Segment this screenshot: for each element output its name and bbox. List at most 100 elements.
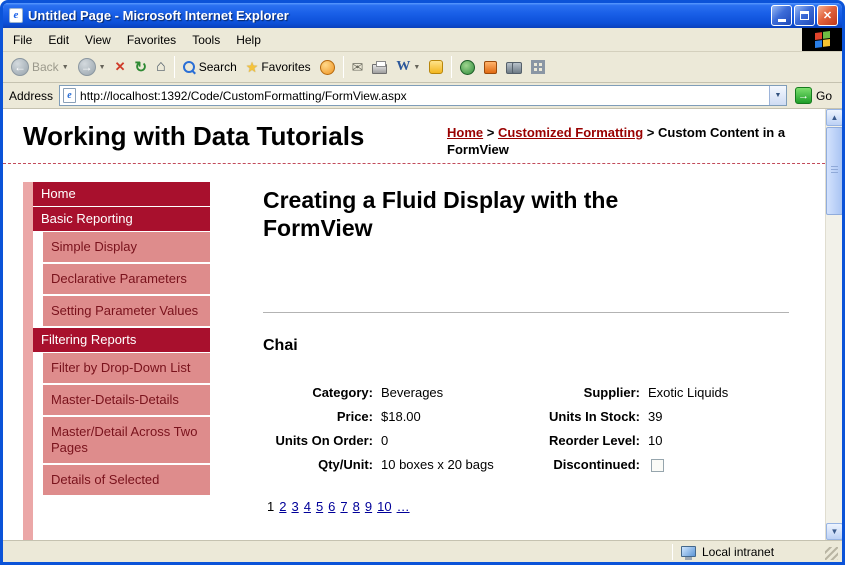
menu-bar: File Edit View Favorites Tools Help: [3, 28, 842, 52]
field-value-supplier: Exotic Liquids: [645, 385, 789, 400]
binoculars-icon: [506, 62, 522, 73]
maximize-button[interactable]: [794, 5, 815, 26]
messenger-icon: [429, 60, 443, 74]
menu-view[interactable]: View: [77, 29, 119, 51]
stop-button[interactable]: ✕: [111, 57, 130, 77]
messenger-button[interactable]: [425, 58, 447, 76]
flash-icon: [484, 61, 497, 74]
field-label-units-on-order: Units On Order:: [263, 433, 378, 448]
sidebar-item-setting-parameter-values[interactable]: Setting Parameter Values: [43, 296, 210, 326]
main-content: Creating a Fluid Display with the FormVi…: [263, 186, 789, 514]
page-link-5[interactable]: 5: [316, 499, 323, 514]
security-zone: Local intranet: [678, 545, 820, 559]
sidebar-item-details-of-selected[interactable]: Details of Selected: [43, 465, 210, 495]
go-label: Go: [816, 89, 832, 103]
sidebar-item-master-details-details[interactable]: Master-Details-Details: [43, 385, 210, 415]
search-icon: [183, 61, 196, 74]
field-label-supplier: Supplier:: [535, 385, 645, 400]
page-link-8[interactable]: 8: [353, 499, 360, 514]
window-title: Untitled Page - Microsoft Internet Explo…: [28, 8, 766, 23]
page-link-3[interactable]: 3: [291, 499, 298, 514]
address-label: Address: [7, 89, 53, 103]
vertical-scrollbar[interactable]: ▲ ▼: [825, 109, 842, 540]
favorites-button[interactable]: ★ Favorites: [242, 57, 315, 78]
address-input-box: e ▼: [59, 85, 787, 106]
refresh-button[interactable]: ↻: [130, 56, 151, 78]
go-button[interactable]: → Go: [793, 86, 838, 105]
minimize-icon: [778, 19, 786, 22]
page-title: Creating a Fluid Display with the FormVi…: [263, 186, 733, 242]
field-value-price: $18.00: [378, 409, 535, 424]
media-icon: [320, 60, 335, 75]
sidebar-item-filtering-reports[interactable]: Filtering Reports: [33, 328, 210, 352]
field-label-price: Price:: [263, 409, 378, 424]
minimize-button[interactable]: [771, 5, 792, 26]
zone-label: Local intranet: [702, 545, 774, 559]
grid-icon: [531, 60, 545, 74]
quick-grid-button[interactable]: [527, 58, 549, 76]
print-button[interactable]: [368, 59, 391, 76]
page-link-9[interactable]: 9: [365, 499, 372, 514]
edit-with-word-button[interactable]: W ▼: [392, 57, 424, 77]
stop-icon: ✕: [115, 59, 126, 75]
back-dropdown-icon: ▼: [62, 64, 69, 71]
resize-grip[interactable]: [825, 547, 838, 560]
addon-button-2[interactable]: [480, 59, 501, 76]
menu-edit[interactable]: Edit: [40, 29, 77, 51]
sidebar-item-basic-reporting[interactable]: Basic Reporting: [33, 207, 210, 231]
sidebar-item-home[interactable]: Home: [33, 182, 210, 206]
page-link-2[interactable]: 2: [279, 499, 286, 514]
scroll-down-button[interactable]: ▼: [826, 523, 842, 540]
media-button[interactable]: [316, 58, 339, 77]
sidebar-item-simple-display[interactable]: Simple Display: [43, 232, 210, 262]
discontinued-checkbox[interactable]: [651, 459, 664, 472]
field-value-units-in-stock: 39: [645, 409, 789, 424]
forward-dropdown-icon: ▼: [99, 64, 106, 71]
browser-window: e Untitled Page - Microsoft Internet Exp…: [0, 0, 845, 565]
menu-favorites[interactable]: Favorites: [119, 29, 184, 51]
scroll-up-button[interactable]: ▲: [826, 109, 842, 126]
page-link-7[interactable]: 7: [340, 499, 347, 514]
sidebar-item-master-detail-across-two-pages[interactable]: Master/Detail Across Two Pages: [43, 417, 210, 463]
sidebar-item-filter-by-dropdown-list[interactable]: Filter by Drop-Down List: [43, 353, 210, 383]
addon-button-1[interactable]: [456, 58, 479, 77]
field-label-reorder-level: Reorder Level:: [535, 433, 645, 448]
go-arrow-icon: →: [795, 87, 812, 104]
print-icon: [372, 64, 387, 74]
page-content: Working with Data Tutorials Home > Custo…: [3, 109, 842, 540]
breadcrumb-home-link[interactable]: Home: [447, 125, 483, 140]
sidebar-nav: Home Basic Reporting Simple Display Decl…: [23, 182, 210, 540]
page-link-4[interactable]: 4: [304, 499, 311, 514]
home-button[interactable]: ⌂: [152, 56, 170, 78]
address-input[interactable]: [80, 87, 786, 104]
mail-icon: ✉: [352, 59, 364, 76]
page-link-ellipsis[interactable]: …: [397, 499, 410, 514]
maximize-icon: [800, 11, 809, 20]
page-link-10[interactable]: 10: [377, 499, 391, 514]
field-label-qty-unit: Qty/Unit:: [263, 457, 378, 472]
word-icon: W: [396, 59, 410, 75]
back-button[interactable]: ← Back ▼: [7, 56, 73, 78]
menu-file[interactable]: File: [5, 29, 40, 51]
search-button[interactable]: Search: [179, 58, 241, 76]
formview-fields: Category: Beverages Supplier: Exotic Liq…: [263, 385, 789, 472]
status-divider: [672, 544, 673, 560]
sidebar-item-declarative-parameters[interactable]: Declarative Parameters: [43, 264, 210, 294]
forward-button[interactable]: → ▼: [74, 56, 110, 78]
page-link-6[interactable]: 6: [328, 499, 335, 514]
window-controls: ✕: [771, 5, 838, 26]
breadcrumb-customized-formatting-link[interactable]: Customized Formatting: [498, 125, 643, 140]
home-icon: ⌂: [156, 58, 166, 76]
favorites-star-icon: ★: [246, 59, 259, 76]
menu-tools[interactable]: Tools: [184, 29, 228, 51]
ie-app-icon: e: [9, 8, 23, 23]
scrollbar-thumb[interactable]: [826, 127, 842, 215]
research-button[interactable]: [502, 60, 526, 75]
field-value-category: Beverages: [378, 385, 535, 400]
address-dropdown-button[interactable]: ▼: [769, 86, 786, 105]
horizontal-rule: [263, 312, 789, 313]
menu-help[interactable]: Help: [228, 29, 269, 51]
address-bar: Address e ▼ → Go: [3, 83, 842, 109]
mail-button[interactable]: ✉: [348, 57, 368, 78]
close-button[interactable]: ✕: [817, 5, 838, 26]
